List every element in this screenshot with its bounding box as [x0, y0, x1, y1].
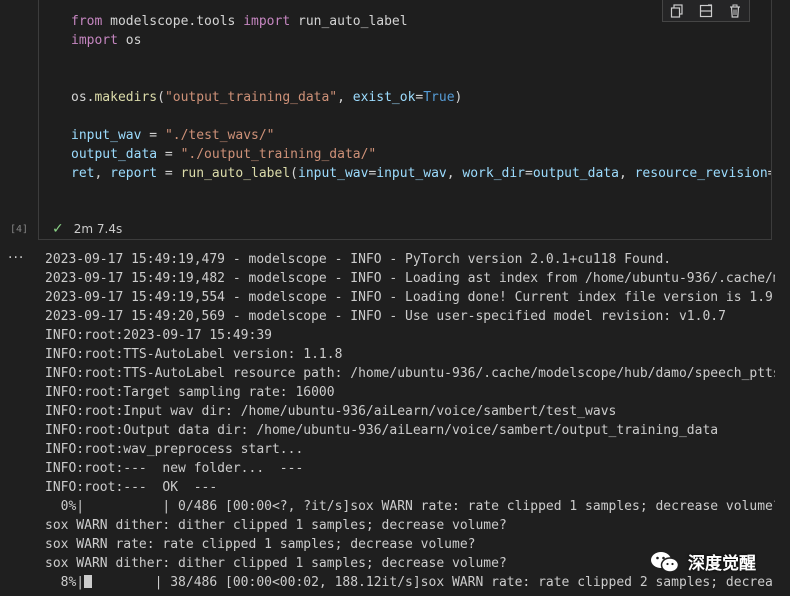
code-token: =: [141, 128, 165, 143]
code-token: output_data: [71, 147, 158, 162]
progress-status: | 38/486 [00:00<00:02, 188.12it/s]sox WA…: [91, 575, 773, 590]
output-line: INFO:root:2023-09-17 15:49:39: [45, 328, 272, 343]
output-line: INFO:root:--- OK ---: [45, 480, 218, 495]
watermark: 深度觉醒: [650, 549, 756, 574]
code-token: exist_ok: [352, 90, 416, 105]
code-token: ,: [618, 166, 635, 181]
code-token: report: [110, 166, 158, 181]
code-token: =: [768, 166, 771, 181]
code-token: input_wav: [376, 166, 447, 181]
cell-output: 2023-09-17 15:49:19,479 - modelscope - I…: [45, 250, 775, 592]
code-token: output_data: [532, 166, 619, 181]
output-line: INFO:root:Target sampling rate: 16000: [45, 385, 335, 400]
trash-icon: [729, 4, 740, 18]
cell-status: ✓ 2m 7.4s: [52, 221, 122, 237]
cell-toolbar: [662, 0, 750, 22]
wechat-icon: [651, 551, 680, 573]
watermark-text: 深度觉醒: [688, 554, 756, 574]
split-cell-button[interactable]: [697, 2, 715, 20]
progress-percent: 8%|: [45, 575, 85, 590]
progress-line: 8%| | 38/486 [00:00<00:02, 188.12it/s]so…: [45, 573, 775, 592]
output-line: 2023-09-17 15:49:19,554 - modelscope - I…: [45, 290, 775, 305]
code-token: True: [423, 90, 455, 105]
code-token: (: [290, 166, 298, 181]
code-token: ): [454, 90, 463, 105]
code-token: import: [243, 14, 291, 29]
code-token: input_wav: [298, 166, 369, 181]
output-line: 2023-09-17 15:49:20,569 - modelscope - I…: [45, 309, 726, 324]
code-token: ,: [94, 166, 111, 181]
code-line[interactable]: [71, 69, 771, 88]
execution-count: [4]: [10, 224, 29, 235]
code-token: work_dir: [462, 166, 526, 181]
code-token: run_auto_label: [180, 166, 291, 181]
code-editor[interactable]: from modelscope.tools import run_auto_la…: [71, 12, 771, 183]
split-icon: [699, 3, 713, 17]
code-line[interactable]: input_wav = "./test_wavs/": [71, 126, 771, 145]
code-token: modelscope.tools: [102, 14, 244, 29]
copy-icon: [671, 3, 683, 18]
code-token: =: [157, 147, 181, 162]
code-token: import: [71, 33, 118, 48]
output-line: 0%| | 0/486 [00:00<?, ?it/s]sox WARN rat…: [45, 499, 775, 514]
output-line: INFO:root:TTS-AutoLabel resource path: /…: [45, 366, 775, 381]
code-token: makedirs: [94, 90, 158, 105]
code-token: ,: [337, 90, 353, 105]
code-line[interactable]: output_data = "./output_training_data/": [71, 145, 771, 164]
output-line: INFO:root:wav_preprocess start...: [45, 442, 304, 457]
code-token: "output_training_data": [164, 90, 338, 105]
output-line: 2023-09-17 15:49:19,482 - modelscope - I…: [45, 271, 775, 286]
check-icon: ✓: [52, 221, 64, 237]
output-line: INFO:root:--- new folder... ---: [45, 461, 304, 476]
output-line: sox WARN dither: dither clipped 1 sample…: [45, 518, 507, 533]
code-token: "./test_wavs/": [164, 128, 275, 143]
delete-cell-button[interactable]: [726, 2, 744, 20]
progress-bar-fill: [84, 575, 92, 588]
output-line: INFO:root:TTS-AutoLabel version: 1.1.8: [45, 347, 343, 362]
output-line: INFO:root:Input wav dir: /home/ubuntu-93…: [45, 404, 617, 419]
code-token: ,: [446, 166, 463, 181]
code-token: os: [71, 90, 87, 105]
code-token: =: [525, 166, 533, 181]
output-line: INFO:root:Output data dir: /home/ubuntu-…: [45, 423, 719, 438]
copy-button[interactable]: [668, 2, 686, 20]
code-token: ret: [71, 166, 95, 181]
code-token: "./output_training_data/": [180, 147, 377, 162]
code-token: os: [117, 33, 142, 48]
code-line[interactable]: ret, report = run_auto_label(input_wav=i…: [71, 164, 771, 183]
code-token: run_auto_label: [290, 14, 408, 29]
code-token: =: [157, 166, 181, 181]
code-line[interactable]: [71, 50, 771, 69]
output-line: 2023-09-17 15:49:19,479 - modelscope - I…: [45, 252, 672, 267]
code-line[interactable]: import os: [71, 31, 771, 50]
code-token: resource_revision: [634, 166, 768, 181]
code-cell[interactable]: from modelscope.tools import run_auto_la…: [38, 0, 772, 240]
code-token: from: [71, 14, 103, 29]
code-token: input_wav: [71, 128, 142, 143]
code-line[interactable]: os.makedirs("output_training_data", exis…: [71, 88, 771, 107]
output-actions-menu[interactable]: ...: [8, 246, 24, 262]
code-token: (: [157, 90, 165, 105]
execution-time: 2m 7.4s: [73, 222, 123, 236]
code-line[interactable]: [71, 107, 771, 126]
